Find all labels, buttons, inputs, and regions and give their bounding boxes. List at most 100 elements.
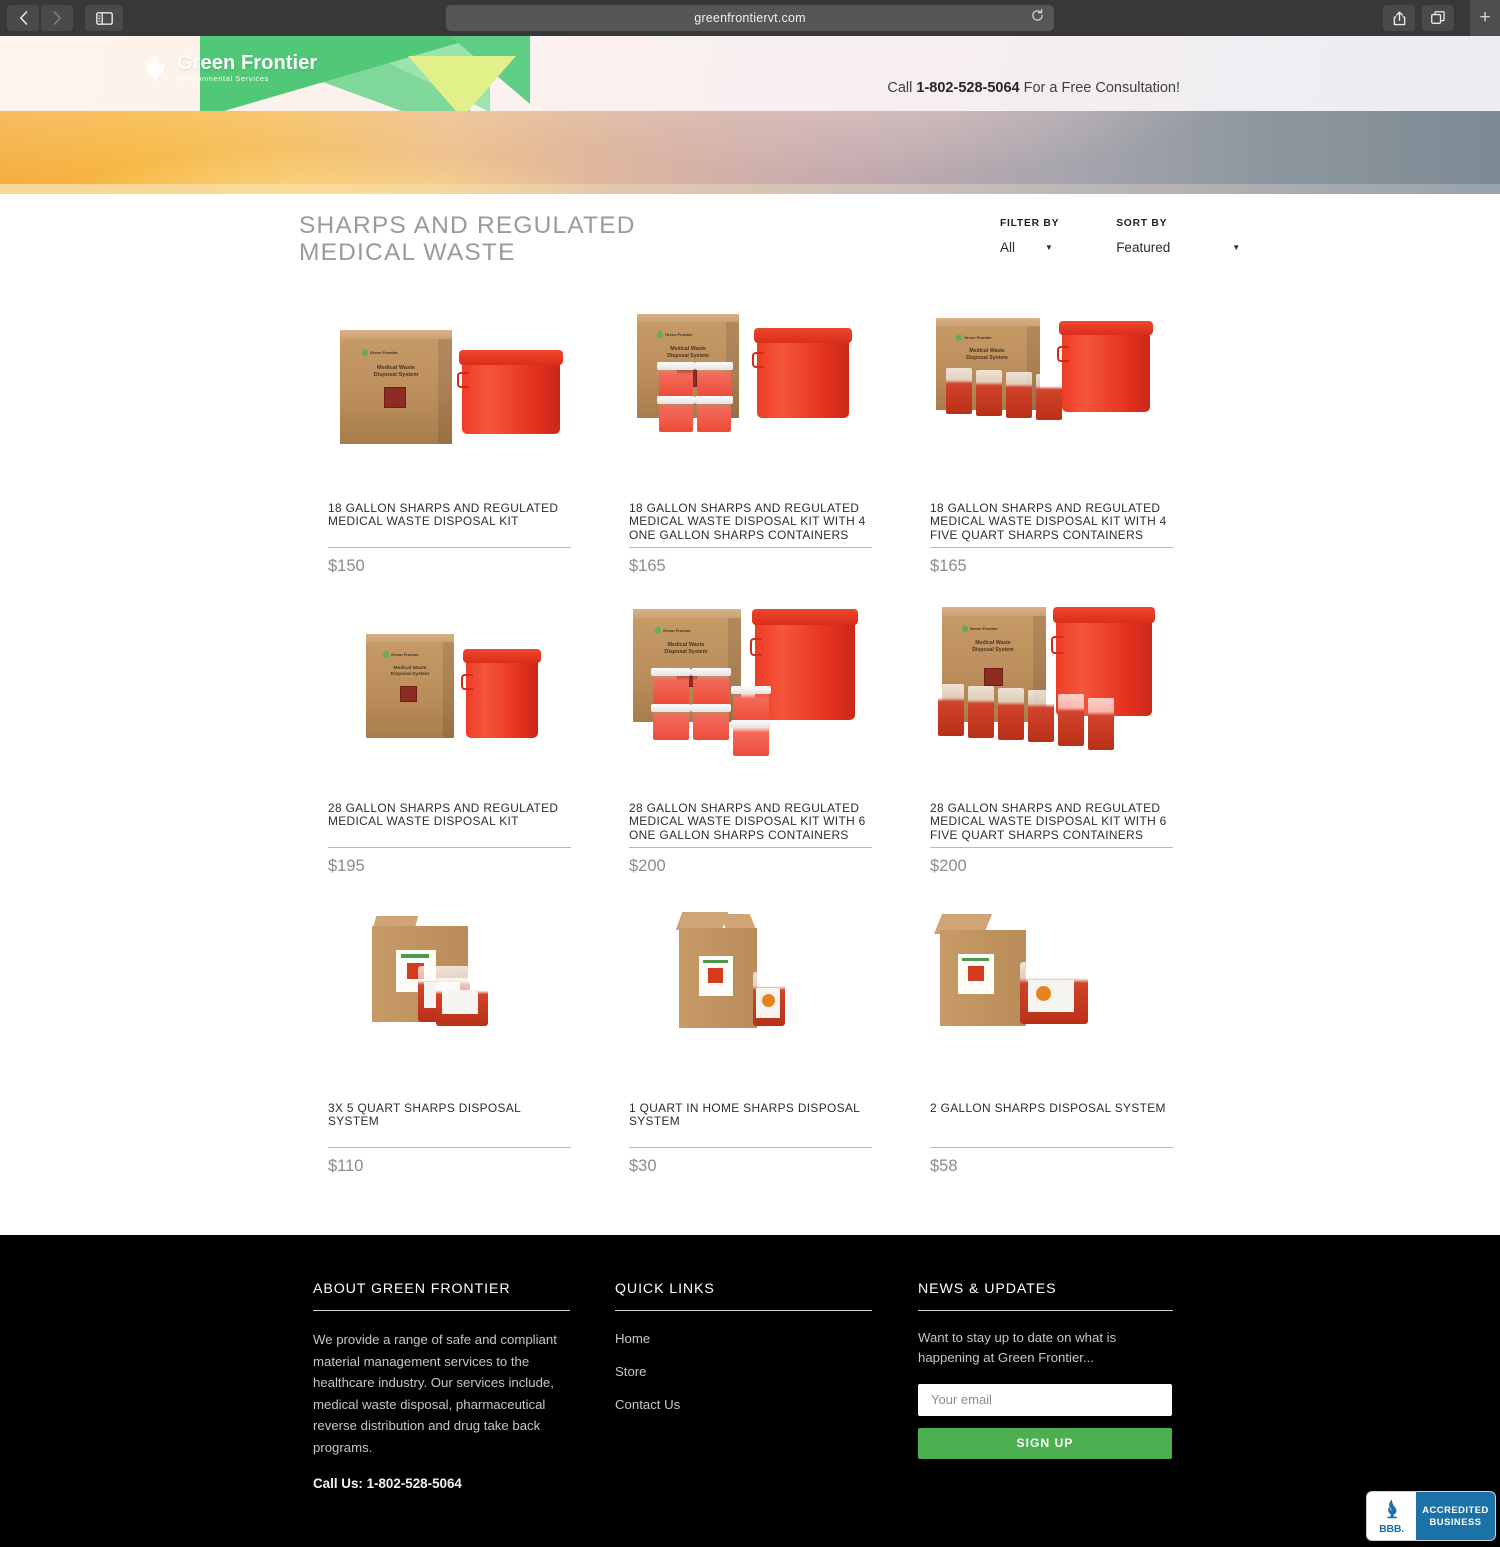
address-bar[interactable]: greenfrontiervt.com bbox=[446, 5, 1054, 31]
footer-divider bbox=[918, 1310, 1173, 1311]
sort-by-control: Sort By Featured ▼ bbox=[1116, 218, 1240, 255]
filter-by-select[interactable]: All ▼ bbox=[1000, 240, 1059, 255]
bbb-torch-icon bbox=[1386, 1499, 1397, 1518]
sort-by-select[interactable]: Featured ▼ bbox=[1116, 240, 1240, 255]
product-price: $200 bbox=[629, 857, 666, 875]
chevron-down-icon: ▼ bbox=[1232, 243, 1241, 252]
product-card[interactable]: Green Frontier Medical Waste Disposal Sy… bbox=[299, 294, 599, 594]
site-footer: About Green Frontier We provide a range … bbox=[0, 1235, 1500, 1547]
sort-by-label: Sort By bbox=[1116, 218, 1168, 229]
footer-news-text: Want to stay up to date on what is happe… bbox=[918, 1330, 1117, 1365]
product-card[interactable]: 3x 5 Quart Sharps Disposal System $110 bbox=[299, 894, 599, 1194]
catalog-controls: Filter By All ▼ Sort By Featured ▼ bbox=[1000, 218, 1240, 255]
box-brand-text: Green Frontier bbox=[391, 652, 419, 657]
product-title[interactable]: 1 Quart In Home Sharps Disposal System bbox=[629, 1101, 872, 1129]
sidebar-toggle-button[interactable] bbox=[85, 5, 123, 31]
footer-links-heading: Quick Links bbox=[615, 1281, 715, 1297]
box-brand-text: Green Frontier bbox=[970, 626, 998, 631]
product-image bbox=[627, 904, 873, 1078]
footer-about-text: We provide a range of safe and compliant… bbox=[313, 1332, 557, 1455]
product-title[interactable]: 18 Gallon Sharps and Regulated Medical W… bbox=[629, 501, 872, 542]
product-card[interactable]: Green Frontier Medical Waste Disposal Sy… bbox=[600, 594, 900, 894]
browser-toolbar: greenfrontiervt.com + bbox=[0, 0, 1500, 36]
box-line2: Disposal System bbox=[667, 352, 709, 359]
header-phone-number[interactable]: 1-802-528-5064 bbox=[916, 80, 1019, 96]
box-brand-text: Green Frontier bbox=[370, 350, 398, 355]
product-card[interactable]: 1 Quart In Home Sharps Disposal System $… bbox=[600, 894, 900, 1194]
footer-divider bbox=[313, 1310, 570, 1311]
product-image: Green Frontier Medical Waste Disposal Sy… bbox=[627, 304, 873, 478]
product-divider bbox=[328, 1147, 571, 1148]
product-divider bbox=[930, 1147, 1173, 1148]
box-brand-text: Green Frontier bbox=[665, 332, 693, 337]
product-image: Green Frontier Medical Waste Disposal Sy… bbox=[627, 604, 873, 778]
product-divider bbox=[328, 847, 571, 848]
logo-wordmark: Green Frontier Environmental Services bbox=[177, 53, 317, 83]
box-line2: Disposal System bbox=[966, 354, 1008, 361]
url-text: greenfrontiervt.com bbox=[694, 11, 806, 25]
product-price: $58 bbox=[930, 1157, 958, 1175]
reload-icon[interactable] bbox=[1031, 8, 1044, 27]
footer-link-store[interactable]: Store bbox=[615, 1364, 872, 1379]
box-line1: Medical Waste bbox=[969, 348, 1005, 354]
call-prefix: Call bbox=[887, 80, 917, 96]
new-tab-button[interactable]: + bbox=[1470, 0, 1500, 36]
newsletter-email-input[interactable] bbox=[918, 1383, 1172, 1416]
product-title[interactable]: 18 Gallon Sharps and Regulated Medical W… bbox=[328, 501, 571, 529]
newsletter-signup-button[interactable]: Sign Up bbox=[918, 1427, 1172, 1459]
product-card[interactable]: Green Frontier Medical Waste Disposal Sy… bbox=[901, 294, 1201, 594]
product-card[interactable]: Green Frontier Medical Waste Disposal Sy… bbox=[901, 594, 1201, 894]
bbb-accredited-business-badge[interactable]: BBB. ACCREDITED BUSINESS bbox=[1367, 1492, 1495, 1540]
tabs-icon bbox=[1431, 11, 1445, 24]
box-line1: Medical Waste bbox=[376, 365, 416, 371]
chevron-right-icon bbox=[53, 11, 61, 25]
box-line2: Disposal System bbox=[664, 648, 708, 655]
logo-tagline: Environmental Services bbox=[177, 74, 269, 84]
sidebar-icon bbox=[95, 11, 113, 25]
footer-news-column: News & Updates Want to stay up to date o… bbox=[918, 1281, 1173, 1459]
site-logo[interactable]: Green Frontier Environmental Services bbox=[140, 52, 317, 84]
product-title[interactable]: 2 Gallon Sharps Disposal System bbox=[930, 1101, 1173, 1115]
product-divider bbox=[930, 847, 1173, 848]
box-line1: Medical Waste bbox=[667, 642, 705, 648]
footer-news-heading: News & Updates bbox=[918, 1281, 1057, 1297]
product-divider bbox=[930, 547, 1173, 548]
product-grid: Green Frontier Medical Waste Disposal Sy… bbox=[299, 294, 1201, 1194]
forward-button[interactable] bbox=[41, 5, 73, 31]
product-divider bbox=[629, 1147, 872, 1148]
product-title[interactable]: 28 Gallon Sharps and Regulated Medical W… bbox=[930, 801, 1173, 842]
tab-overview-button[interactable] bbox=[1422, 5, 1454, 31]
product-title[interactable]: 28 Gallon Sharps and Regulated Medical W… bbox=[328, 801, 571, 829]
share-button[interactable] bbox=[1383, 5, 1415, 31]
logo-name: Green Frontier bbox=[177, 52, 318, 75]
bbb-logo-panel: BBB. bbox=[1367, 1492, 1416, 1540]
box-line2: Disposal System bbox=[972, 646, 1014, 653]
product-price: $150 bbox=[328, 557, 365, 575]
footer-quick-links-column: Quick Links Home Store Contact Us bbox=[615, 1281, 872, 1412]
filter-by-label: Filter By bbox=[1000, 218, 1060, 229]
product-title[interactable]: 28 Gallon Sharps and Regulated Medical W… bbox=[629, 801, 872, 842]
product-price: $110 bbox=[328, 1157, 364, 1175]
product-title[interactable]: 18 Gallon Sharps and Regulated Medical W… bbox=[930, 501, 1173, 542]
product-card[interactable]: 2 Gallon Sharps Disposal System $58 bbox=[901, 894, 1201, 1194]
product-title[interactable]: 3x 5 Quart Sharps Disposal System bbox=[328, 1101, 571, 1129]
product-divider bbox=[629, 547, 872, 548]
product-card[interactable]: Green Frontier Medical Waste Disposal Sy… bbox=[600, 294, 900, 594]
box-line2: Disposal System bbox=[390, 671, 430, 677]
footer-link-home[interactable]: Home bbox=[615, 1331, 872, 1346]
product-card[interactable]: Green Frontier Medical Waste Disposal Sy… bbox=[299, 594, 599, 894]
box-line1: Medical Waste bbox=[670, 346, 706, 352]
box-line1: Medical Waste bbox=[975, 640, 1011, 646]
main-content: Sharps and Regulated Medical Waste Filte… bbox=[0, 194, 1500, 1235]
product-price: $30 bbox=[629, 1157, 657, 1175]
filter-by-value: All bbox=[1000, 240, 1016, 255]
footer-phone[interactable]: Call Us: 1-802-528-5064 bbox=[313, 1476, 570, 1491]
product-image: Green Frontier Medical Waste Disposal Sy… bbox=[928, 304, 1174, 478]
sort-by-value: Featured bbox=[1116, 240, 1171, 255]
footer-link-contact-us[interactable]: Contact Us bbox=[615, 1397, 872, 1412]
page-title: Sharps and Regulated Medical Waste bbox=[299, 212, 636, 267]
hero-banner-image bbox=[0, 111, 1500, 194]
site-header: Green Frontier Environmental Services Ca… bbox=[0, 36, 1500, 111]
back-button[interactable] bbox=[7, 5, 39, 31]
nav-button-group bbox=[7, 5, 73, 31]
